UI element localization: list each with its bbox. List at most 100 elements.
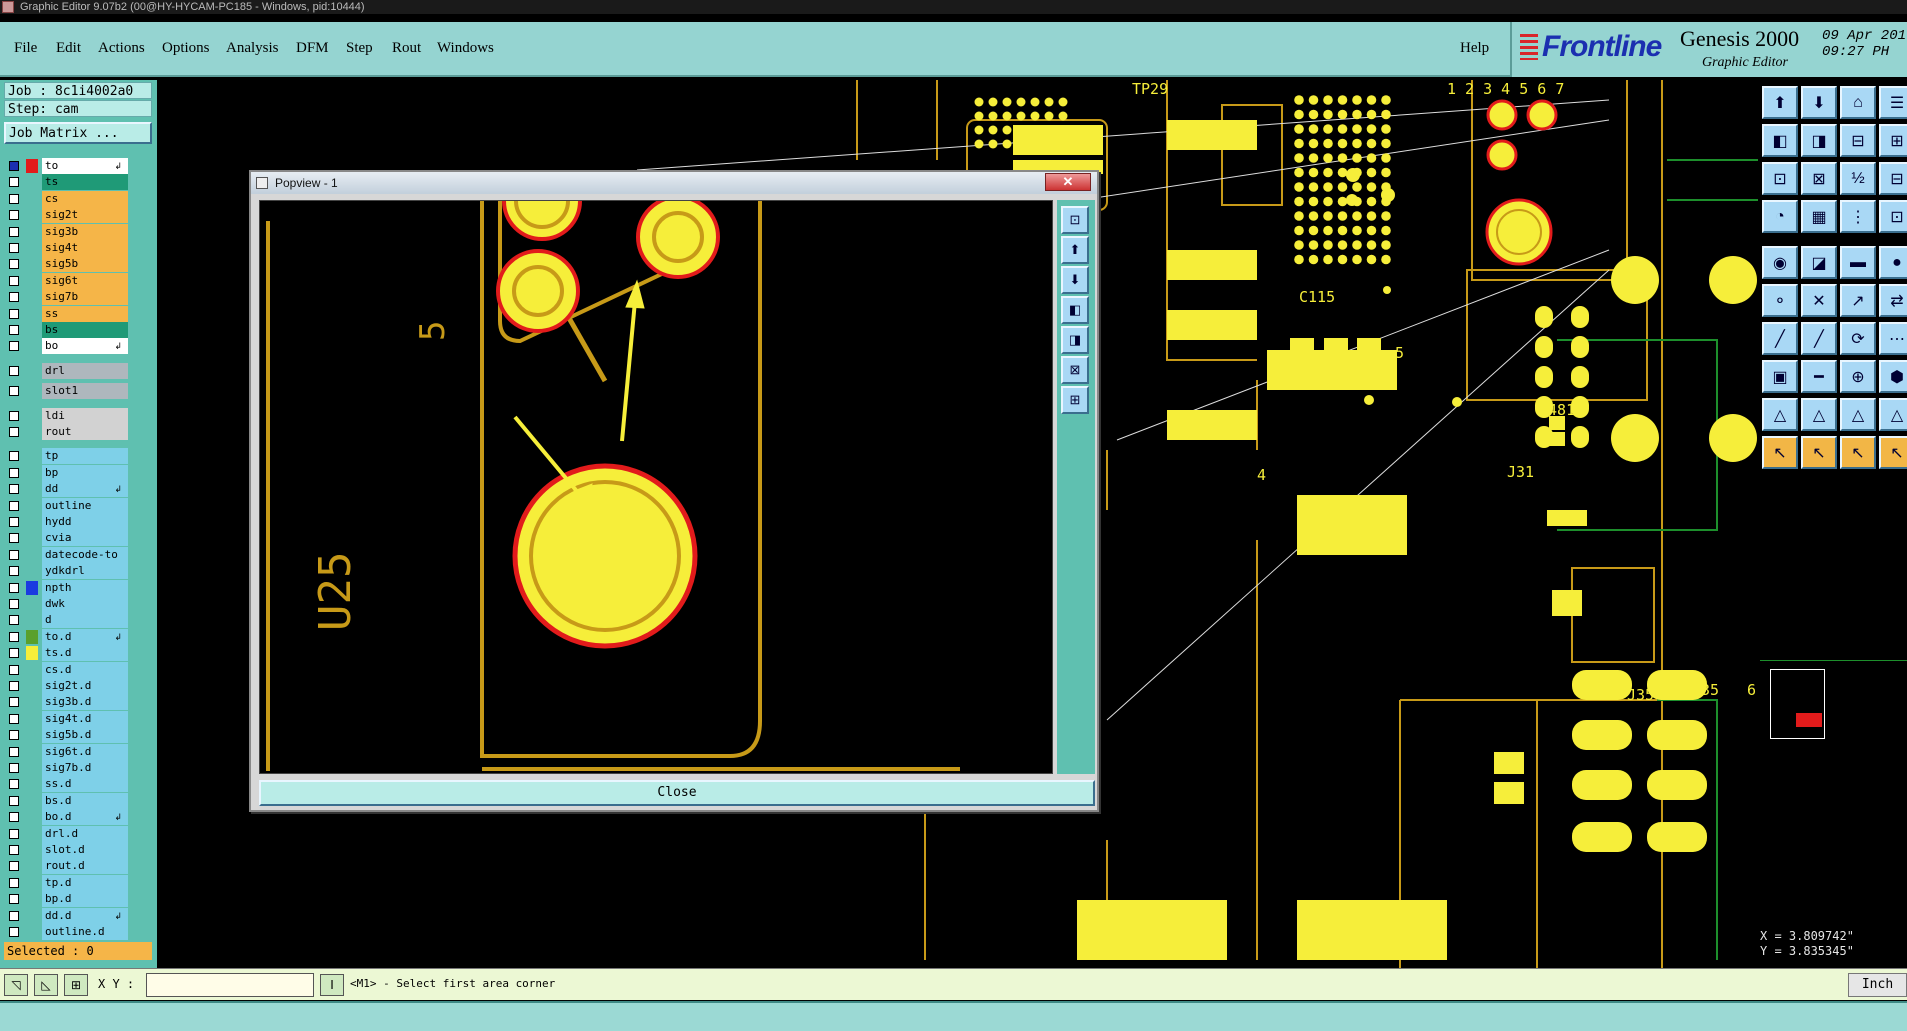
layer-checkbox[interactable]	[9, 894, 19, 905]
layer-checkbox[interactable]	[9, 427, 19, 437]
layer-row[interactable]: bo ↲	[4, 338, 128, 355]
layer-row[interactable]: d	[4, 612, 128, 629]
layer-name[interactable]: ss.d	[42, 776, 128, 793]
arc-tool-icon[interactable]: ⟳	[1840, 322, 1876, 355]
layer-name[interactable]: sig6t.d	[42, 743, 128, 760]
menu-rout[interactable]: Rout	[392, 40, 421, 57]
menu-file[interactable]: File	[14, 40, 37, 57]
layer-row[interactable]: sig7b.d	[4, 760, 128, 776]
layer-name[interactable]: bs.d	[42, 792, 128, 809]
layer-checkbox[interactable]	[9, 451, 19, 462]
zoom-home-icon[interactable]: ⊞	[1061, 386, 1089, 414]
layer-name[interactable]: sig2t	[42, 207, 128, 224]
layer-row[interactable]: drl	[4, 362, 128, 379]
layer-checkbox[interactable]	[9, 292, 19, 303]
layer-checkbox[interactable]	[9, 795, 19, 806]
fit-tool-icon[interactable]: ⊟	[1879, 162, 1907, 195]
layer-checkbox[interactable]	[9, 845, 19, 855]
layer-name[interactable]: ldi	[42, 407, 128, 424]
layer-row[interactable]: cs	[4, 190, 128, 207]
layer-checkbox[interactable]	[9, 341, 19, 352]
layer-name[interactable]: rout	[42, 424, 128, 440]
layer-name[interactable]: ts.d	[42, 645, 128, 662]
layer-row[interactable]: slot.d	[4, 842, 128, 858]
layer-row[interactable]: cvia	[4, 530, 128, 547]
layer-name[interactable]: ydkdrl	[42, 563, 128, 580]
job-matrix-button[interactable]: Job Matrix ...	[4, 122, 152, 144]
layer-checkbox[interactable]	[9, 599, 19, 609]
select-tool-icon[interactable]: ↖	[1762, 436, 1798, 469]
menu-actions[interactable]: Actions	[98, 40, 145, 57]
layer-name[interactable]: datecode-to	[42, 546, 128, 563]
layer-row[interactable]: ldi	[4, 407, 128, 424]
layer-checkbox[interactable]	[9, 325, 19, 335]
unit-toggle-button[interactable]: Inch	[1848, 973, 1907, 997]
menu-windows[interactable]: Windows	[437, 40, 494, 57]
layer-checkbox[interactable]	[9, 812, 19, 823]
layer-row[interactable]: tp.d	[4, 874, 128, 891]
layer-checkbox[interactable]	[9, 697, 19, 708]
layer-row[interactable]: sig6t.d	[4, 743, 128, 760]
layer-row[interactable]: sig3b	[4, 223, 128, 240]
pad-tool-icon[interactable]: ◪	[1801, 246, 1837, 279]
contour-tool-icon[interactable]: △	[1879, 398, 1907, 431]
layer-name[interactable]: npth	[42, 579, 128, 596]
layer-checkbox[interactable]	[9, 648, 19, 659]
layer-name[interactable]: cvia	[42, 530, 128, 547]
pan-tool-icon[interactable]: ◧	[1762, 124, 1798, 157]
layer-row[interactable]: dd.d ↲	[4, 907, 128, 924]
layer-name[interactable]: sig7b.d	[42, 760, 128, 776]
layer-checkbox[interactable]	[9, 226, 19, 237]
layer-row[interactable]: bo.d ↲	[4, 809, 128, 826]
pan-right-icon[interactable]: ◨	[1061, 326, 1089, 354]
layer-checkbox[interactable]	[9, 308, 19, 319]
layer-checkbox[interactable]	[9, 500, 19, 511]
layer-name[interactable]: bp.d	[42, 891, 128, 908]
menu-analysis[interactable]: Analysis	[226, 40, 279, 57]
layer-name[interactable]: tp	[42, 448, 128, 465]
layer-checkbox[interactable]	[9, 631, 19, 642]
layer-row[interactable]: bs.d	[4, 792, 128, 809]
layer-checkbox[interactable]	[9, 877, 19, 888]
layer-row[interactable]: sig6t	[4, 272, 128, 289]
info-icon[interactable]: Ⅰ	[320, 974, 344, 996]
layer-checkbox[interactable]	[9, 861, 19, 872]
menu-help[interactable]: Help	[1460, 40, 1489, 57]
layer-name[interactable]: sig3b.d	[42, 694, 128, 711]
layer-row[interactable]: bp	[4, 464, 128, 481]
layer-name[interactable]: dwk	[42, 596, 128, 612]
arc-tool-icon[interactable]: ⋯	[1879, 322, 1907, 355]
layer-checkbox[interactable]	[9, 615, 19, 626]
layer-checkbox[interactable]	[9, 746, 19, 757]
layer-checkbox[interactable]	[9, 243, 19, 253]
layer-name[interactable]: sig5b.d	[42, 727, 128, 744]
layer-row[interactable]: outline	[4, 497, 128, 514]
pad-tool-icon[interactable]: ●	[1879, 246, 1907, 279]
layer-name[interactable]: slot1	[42, 383, 128, 400]
layer-checkbox[interactable]	[9, 161, 19, 171]
layer-row[interactable]: sig2t.d	[4, 678, 128, 694]
layer-checkbox[interactable]	[9, 365, 19, 376]
layer-checkbox[interactable]	[9, 484, 19, 495]
arc-tool-icon[interactable]: ╱	[1801, 322, 1837, 355]
layer-checkbox[interactable]	[9, 582, 19, 593]
layer-row[interactable]: rout.d	[4, 858, 128, 875]
layer-row[interactable]: sig7b	[4, 289, 128, 306]
layer-name[interactable]: d	[42, 612, 128, 629]
layer-name[interactable]: tp.d	[42, 874, 128, 891]
select-tool-icon[interactable]: ↖	[1840, 436, 1876, 469]
layer-row[interactable]: dwk	[4, 596, 128, 612]
line-tool-icon[interactable]: ✕	[1801, 284, 1837, 317]
contour-tool-icon[interactable]: △	[1840, 398, 1876, 431]
pan-tool-icon[interactable]: ◨	[1801, 124, 1837, 157]
layer-row[interactable]: npth	[4, 579, 128, 596]
layer-row[interactable]: to ↲	[4, 158, 128, 174]
layer-checkbox[interactable]	[9, 386, 19, 397]
pad-tool-icon[interactable]: ▬	[1840, 246, 1876, 279]
contour-tool-icon[interactable]: △	[1762, 398, 1798, 431]
snap-icon[interactable]: ◹	[4, 974, 28, 996]
layer-checkbox[interactable]	[9, 730, 19, 741]
zoom-tool-icon[interactable]: ⌂	[1840, 86, 1876, 119]
zoom-fit-icon[interactable]: ⊡	[1061, 206, 1089, 234]
menu-step[interactable]: Step	[346, 40, 373, 57]
